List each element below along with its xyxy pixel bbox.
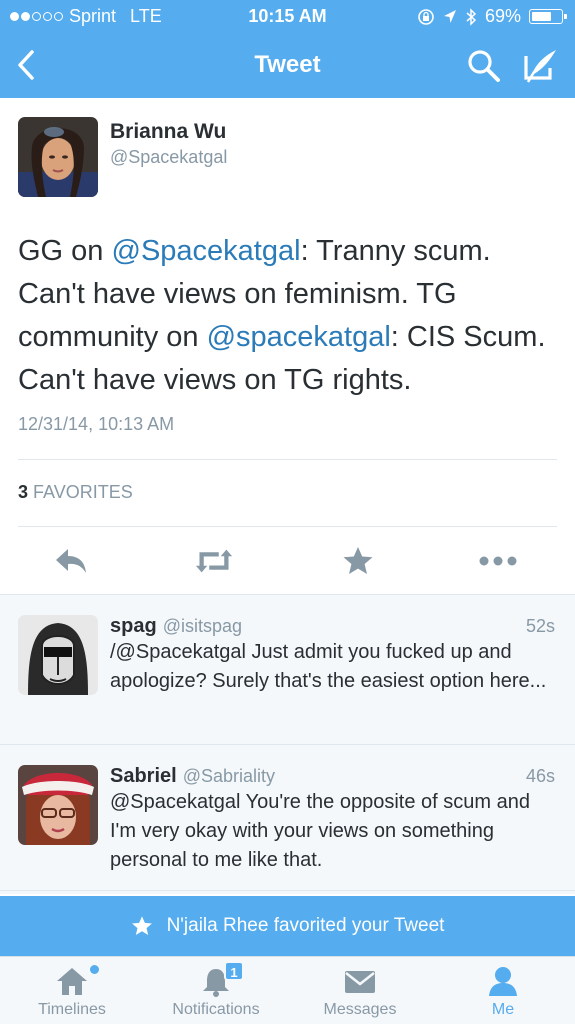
reply-author-name: spag bbox=[110, 615, 157, 637]
tweet-text-part: GG on bbox=[18, 235, 112, 267]
divider bbox=[18, 526, 557, 527]
favorite-button[interactable] bbox=[338, 544, 378, 578]
tab-timelines[interactable]: Timelines bbox=[0, 957, 144, 1024]
reply-author[interactable]: Sabriel @Sabriality bbox=[110, 765, 275, 788]
tab-label: Me bbox=[491, 1001, 515, 1018]
reply-item[interactable]: spag @isitspag 52s /@Spacekatgal Just adm… bbox=[0, 595, 575, 745]
author-handle[interactable]: @Spacekatgal bbox=[110, 147, 227, 168]
reply-icon bbox=[56, 549, 86, 573]
status-right: 69% bbox=[417, 6, 567, 27]
person-icon bbox=[489, 967, 517, 996]
divider bbox=[18, 459, 557, 460]
favorites-count[interactable]: 3 FAVORITES bbox=[18, 482, 133, 503]
search-icon[interactable] bbox=[466, 48, 502, 84]
header: Sprint LTE 10:15 AM 69% Tweet bbox=[0, 0, 575, 98]
more-button[interactable] bbox=[478, 544, 518, 578]
reply-button[interactable] bbox=[52, 544, 92, 578]
reply-avatar[interactable] bbox=[18, 615, 98, 695]
reply-author-name: Sabriel bbox=[110, 765, 177, 787]
tweet-actions bbox=[0, 528, 575, 594]
mention-link[interactable]: @Spacekatgal bbox=[112, 235, 301, 267]
author-name[interactable]: Brianna Wu bbox=[110, 120, 226, 144]
tab-bar: Timelines 1 Notifications Messages Me bbox=[0, 956, 575, 1024]
favorites-label: FAVORITES bbox=[33, 482, 133, 502]
tweet-text: GG on @Spacekatgal: Tranny scum. Can't h… bbox=[18, 230, 563, 402]
notifications-badge: 1 bbox=[224, 961, 244, 981]
replies-list: spag @isitspag 52s /@Spacekatgal Just adm… bbox=[0, 594, 575, 894]
reply-time: 52s bbox=[525, 616, 555, 636]
tweet-timestamp: 12/31/14, 10:13 AM bbox=[18, 414, 175, 434]
tab-me[interactable]: Me bbox=[431, 957, 575, 1024]
reply-time: 46s bbox=[525, 766, 555, 786]
battery-percent: 69% bbox=[484, 6, 521, 26]
banner-text: N'jaila Rhee favorited your Tweet bbox=[166, 915, 445, 936]
star-icon bbox=[131, 916, 152, 935]
reply-item[interactable]: Sabriel @Sabriality 46s @Spacekatgal You'… bbox=[0, 745, 575, 891]
reply-avatar[interactable] bbox=[18, 765, 98, 845]
envelope-icon bbox=[345, 971, 375, 993]
reply-text: /@Spacekatgal Just admit you fucked up a… bbox=[110, 641, 547, 692]
rotation-lock-icon bbox=[418, 8, 434, 25]
reply-author-handle: @isitspag bbox=[162, 616, 242, 636]
reply-text: @Spacekatgal You're the opposite of scum… bbox=[110, 791, 530, 871]
tab-messages[interactable]: Messages bbox=[288, 957, 432, 1024]
battery-icon bbox=[529, 9, 567, 24]
nav-bar: Tweet bbox=[0, 34, 575, 98]
favorites-number: 3 bbox=[18, 482, 29, 502]
notification-banner[interactable]: N'jaila Rhee favorited your Tweet bbox=[0, 896, 575, 956]
mention-link[interactable]: @spacekatgal bbox=[207, 321, 391, 353]
author-avatar[interactable] bbox=[18, 117, 98, 197]
status-bar: Sprint LTE 10:15 AM 69% bbox=[0, 0, 575, 34]
bluetooth-icon bbox=[466, 7, 477, 26]
more-icon bbox=[479, 556, 517, 566]
tab-label: Notifications bbox=[172, 1001, 260, 1018]
retweet-icon bbox=[195, 549, 233, 573]
tab-notifications[interactable]: 1 Notifications bbox=[144, 957, 288, 1024]
reply-author[interactable]: spag @isitspag bbox=[110, 615, 242, 638]
new-content-dot bbox=[90, 965, 99, 974]
retweet-button[interactable] bbox=[194, 544, 234, 578]
reply-author-handle: @Sabriality bbox=[182, 766, 276, 786]
compose-icon[interactable] bbox=[520, 46, 560, 84]
location-icon bbox=[443, 9, 456, 23]
tab-label: Timelines bbox=[38, 1001, 106, 1018]
favorite-icon bbox=[343, 547, 373, 574]
home-icon bbox=[57, 968, 87, 995]
tab-label: Messages bbox=[323, 1001, 397, 1018]
